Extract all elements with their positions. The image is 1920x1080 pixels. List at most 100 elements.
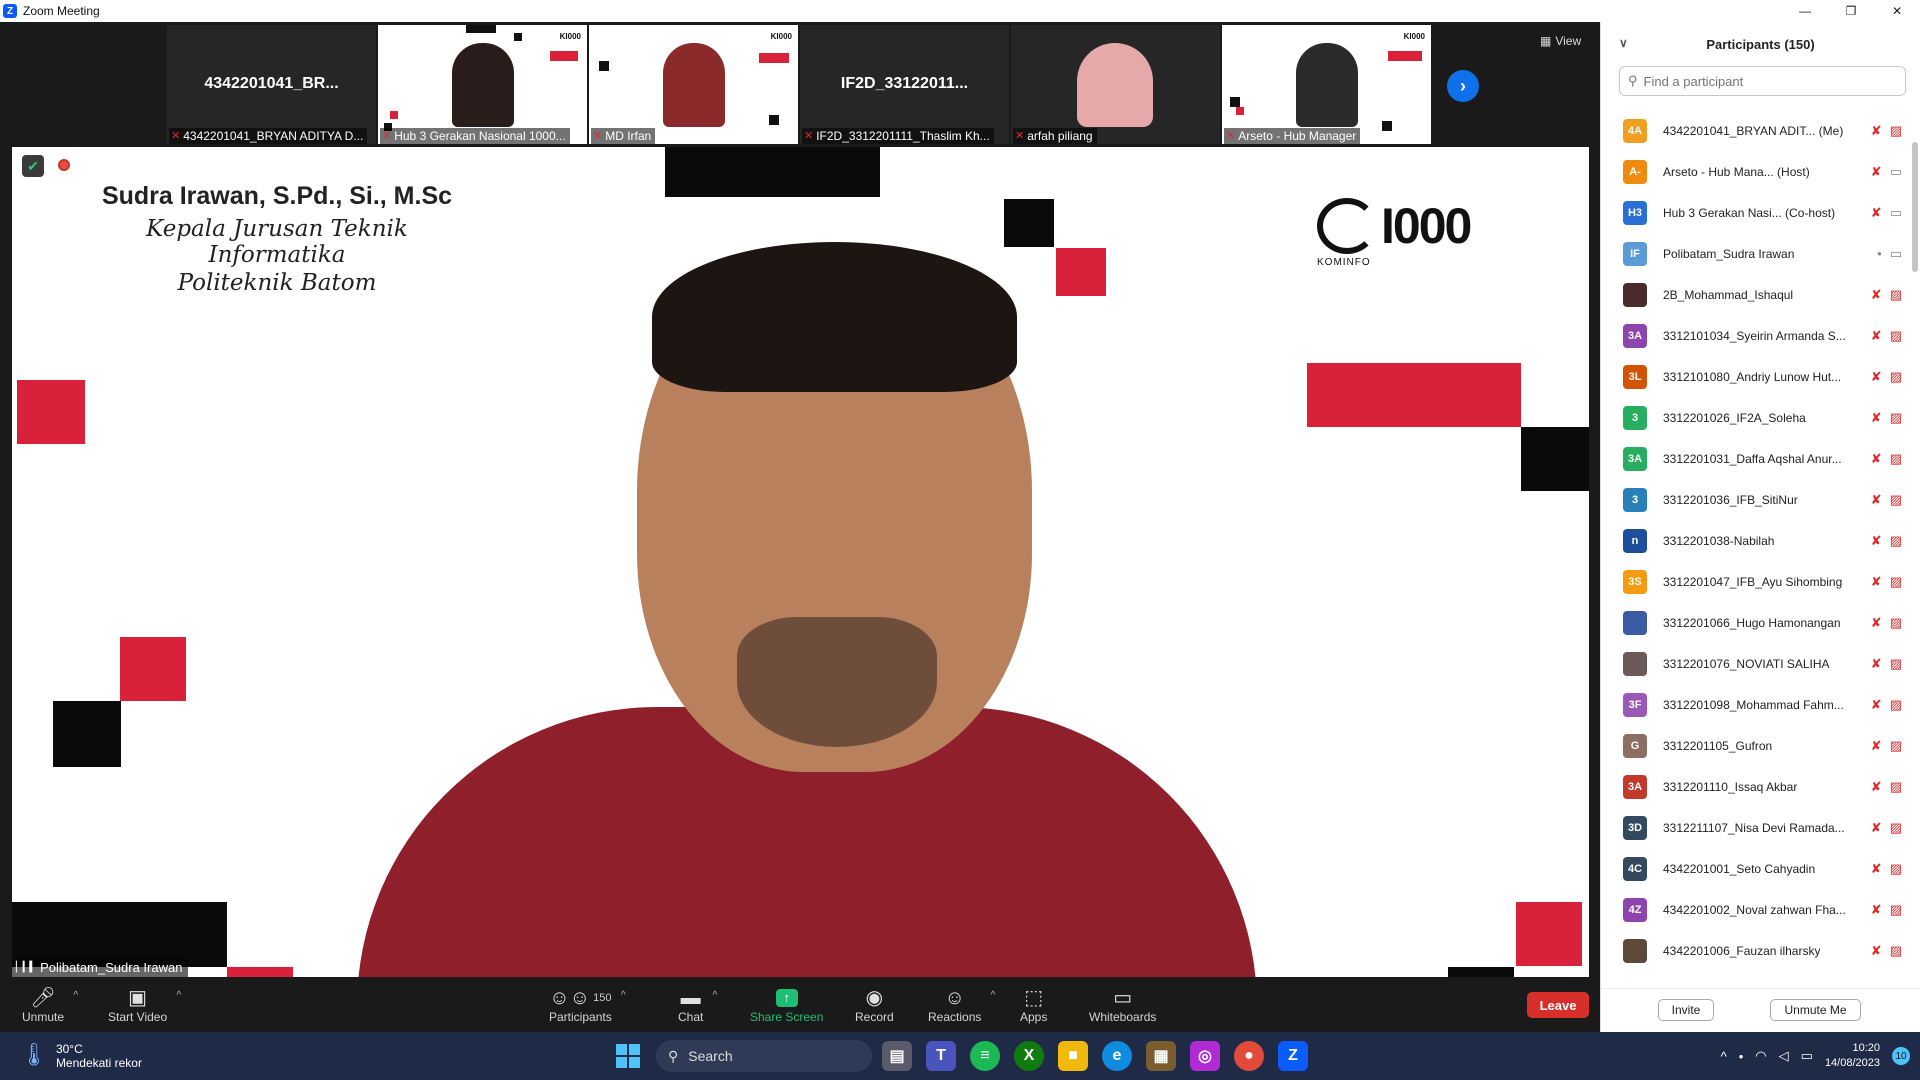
participant-row[interactable]: 3F 3312201098_Mohammad Fahm... ✘ ▨ (1601, 684, 1906, 725)
start-button[interactable] (616, 1044, 640, 1068)
whiteboards-button[interactable]: ▭ Whiteboards (1089, 986, 1156, 1024)
chevron-up-icon[interactable]: ^ (176, 990, 181, 1001)
instagram-icon[interactable]: ◎ (1190, 1041, 1220, 1071)
chevron-up-icon[interactable]: ^ (73, 990, 78, 1001)
invite-button[interactable]: Invite (1658, 999, 1714, 1021)
tile-label: ✕ Arseto - Hub Manager (1224, 128, 1361, 144)
participant-row[interactable]: 3A 3312201110_Issaq Akbar ✘ ▨ (1601, 766, 1906, 807)
participant-row[interactable]: 3A 3312101034_Syeirin Armanda S... ✘ ▨ (1601, 315, 1906, 356)
participant-row[interactable]: IF Polibatam_Sudra Irawan • ▭ (1601, 233, 1906, 274)
participant-row[interactable]: 3A 3312201031_Daffa Aqshal Anur... ✘ ▨ (1601, 438, 1906, 479)
active-speaker-video[interactable]: Sudra Irawan, S.Pd., Si., M.Sc Kepala Ju… (12, 147, 1589, 977)
participant-name: 2B_Mohammad_Ishaqul (1663, 287, 1794, 302)
xbox-icon[interactable]: X (1014, 1041, 1044, 1071)
participant-row[interactable]: 3L 3312101080_Andriy Lunow Hut... ✘ ▨ (1601, 356, 1906, 397)
participant-name: 3312201047_IFB_Ayu Sihombing (1663, 574, 1843, 589)
participant-row[interactable]: 3S 3312201047_IFB_Ayu Sihombing ✘ ▨ (1601, 561, 1906, 602)
participant-row[interactable]: A- Arseto - Hub Mana... (Host) ✘ ▭ (1601, 151, 1906, 192)
panel-scrollbar[interactable] (1912, 142, 1918, 272)
video-tile[interactable]: ✕ arfah piliang (1011, 25, 1220, 144)
decor-block (12, 902, 227, 967)
zoom-app-icon: Z (3, 4, 17, 18)
chevron-up-icon[interactable]: ^ (991, 990, 996, 1001)
participant-name: 4342201006_Fauzan ilharsky (1663, 943, 1821, 958)
security-shield-icon[interactable]: ✔ (22, 155, 44, 177)
participant-name: Arseto - Hub Mana... (Host) (1663, 164, 1810, 179)
participant-row[interactable]: 3312201076_NOVIATI SALIHA ✘ ▨ (1601, 643, 1906, 684)
taskbar-search[interactable]: ⚲ Search (656, 1040, 872, 1072)
maximize-button[interactable]: ❐ (1828, 0, 1874, 22)
video-tile[interactable]: KI000 ✕ Hub 3 Gerakan Nasional 1000... (378, 25, 587, 144)
avatar (1623, 651, 1647, 676)
reactions-button[interactable]: ☺ Reactions ^ (928, 986, 995, 1024)
participant-row[interactable]: H3 Hub 3 Gerakan Nasi... (Co-host) ✘ ▭ (1601, 192, 1906, 233)
chevron-up-icon[interactable]: ^ (713, 990, 718, 1001)
video-tile[interactable]: KI000 ✕ MD Irfan (589, 25, 798, 144)
participants-button[interactable]: ☺☺ 150 Participants ^ (549, 986, 626, 1024)
participant-video (1077, 43, 1153, 127)
decor-block (1448, 967, 1514, 977)
participant-row[interactable]: 3312201066_Hugo Hamonangan ✘ ▨ (1601, 602, 1906, 643)
record-label: Record (855, 1010, 894, 1024)
chevron-down-icon[interactable]: ∨ (1619, 36, 1628, 50)
wifi-icon[interactable]: ◠ (1755, 1048, 1766, 1064)
mic-off-icon: ✘ (1870, 204, 1882, 220)
minecraft-icon[interactable]: ▦ (1146, 1041, 1176, 1071)
participant-row[interactable]: 2B_Mohammad_Ishaqul ✘ ▨ (1601, 274, 1906, 315)
microphone-icon[interactable]: • (1739, 1049, 1744, 1064)
taskbar-apps: ▤ T ≡ X ■ e ▦ ◎ ● Z (882, 1041, 1308, 1071)
task-view-icon[interactable]: ▤ (882, 1041, 912, 1071)
mic-off-icon: ✘ (1870, 819, 1882, 835)
participant-row[interactable]: 4A 4342201041_BRYAN ADIT... (Me) ✘ ▨ (1601, 110, 1906, 151)
chevron-up-icon[interactable]: ^ (621, 990, 626, 1001)
edge-icon[interactable]: e (1102, 1041, 1132, 1071)
chevron-up-icon[interactable]: ^ (1721, 1049, 1727, 1064)
zoom-icon[interactable]: Z (1278, 1041, 1308, 1071)
avatar: 3S (1623, 569, 1647, 594)
participant-row[interactable]: 3D 3312211107_Nisa Devi Ramada... ✘ ▨ (1601, 807, 1906, 848)
participant-name: 3312201036_IFB_SitiNur (1663, 492, 1798, 507)
close-button[interactable]: ✕ (1874, 0, 1920, 22)
record-button[interactable]: ◉ Record (855, 986, 894, 1024)
weather-widget[interactable]: 🌡︎ 30°C Mendekati rekor (20, 1042, 142, 1070)
search-input[interactable] (1643, 73, 1884, 89)
minimize-button[interactable]: — (1782, 0, 1828, 22)
avatar: H3 (1623, 200, 1647, 225)
tile-label: ✕ 4342201041_BRYAN ADITYA D... (169, 128, 368, 144)
video-tile[interactable]: KI000 ✕ Arseto - Hub Manager (1222, 25, 1431, 144)
chrome-icon[interactable]: ● (1234, 1041, 1264, 1071)
clock[interactable]: 10:20 14/08/2023 (1825, 1041, 1880, 1071)
video-tile[interactable]: 4342201041_BR... ✕ 4342201041_BRYAN ADIT… (167, 25, 376, 144)
decor-block (1307, 363, 1521, 427)
participant-row[interactable]: 4342201006_Fauzan ilharsky ✘ ▨ (1601, 930, 1906, 971)
volume-icon[interactable]: ◁ (1779, 1048, 1789, 1064)
battery-icon[interactable]: ▭ (1801, 1048, 1813, 1064)
video-on-icon: ▭ (1889, 163, 1902, 179)
share-screen-button[interactable]: ↑ Share Screen (750, 986, 823, 1024)
participant-row[interactable]: G 3312201105_Gufron ✘ ▨ (1601, 725, 1906, 766)
mic-off-icon: ✘ (1870, 532, 1882, 548)
view-button[interactable]: ▦ View (1540, 34, 1581, 48)
participant-search[interactable]: ⚲ (1619, 66, 1906, 96)
tile-label: ✕ arfah piliang (1013, 128, 1097, 144)
chat-button[interactable]: ▬ Chat ^ (678, 986, 717, 1024)
notification-badge[interactable]: 10 (1892, 1047, 1910, 1065)
participant-row[interactable]: n 3312201038-Nabilah ✘ ▨ (1601, 520, 1906, 561)
avatar (1623, 610, 1647, 635)
unmute-button[interactable]: 🎤︎ Unmute ^ (22, 986, 78, 1024)
spotify-icon[interactable]: ≡ (970, 1041, 1000, 1071)
participant-row[interactable]: 4C 4342201001_Seto Cahyadin ✘ ▨ (1601, 848, 1906, 889)
participant-row[interactable]: 3 3312201026_IF2A_Soleha ✘ ▨ (1601, 397, 1906, 438)
participant-row[interactable]: 4Z 4342201002_Noval zahwan Fha... ✘ ▨ (1601, 889, 1906, 930)
unmute-me-button[interactable]: Unmute Me (1770, 999, 1861, 1021)
video-tile[interactable]: IF2D_33122011... ✕ IF2D_3312201111_Thasl… (800, 25, 1009, 144)
start-video-button[interactable]: ▣ Start Video ^ (108, 986, 181, 1024)
apps-button[interactable]: ⬚ Apps (1020, 986, 1047, 1024)
file-explorer-icon[interactable]: ■ (1058, 1041, 1088, 1071)
leave-button[interactable]: Leave (1527, 992, 1589, 1018)
teams-icon[interactable]: T (926, 1041, 956, 1071)
next-page-button[interactable]: › (1447, 70, 1479, 102)
participant-row[interactable]: 3 3312201036_IFB_SitiNur ✘ ▨ (1601, 479, 1906, 520)
mic-off-icon: ✕ (804, 130, 814, 142)
start-video-label: Start Video (108, 1010, 168, 1024)
